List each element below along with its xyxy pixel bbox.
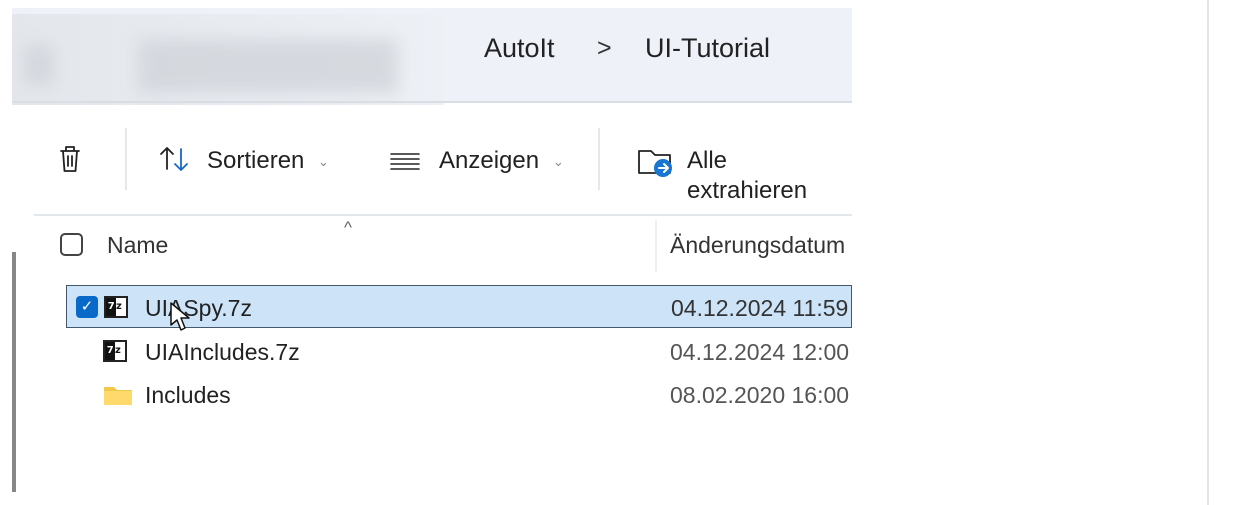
trash-icon[interactable] bbox=[55, 143, 85, 175]
breadcrumb-item-autoit[interactable]: AutoIt bbox=[484, 33, 555, 63]
blurred-path-fragment bbox=[138, 39, 398, 93]
sort-icon[interactable] bbox=[157, 143, 193, 175]
column-divider[interactable] bbox=[655, 220, 657, 272]
file-date: 04.12.2024 11:59 bbox=[671, 295, 849, 321]
navigation-scrollbar[interactable] bbox=[12, 252, 16, 492]
column-header-date[interactable]: Änderungsdatum bbox=[670, 231, 845, 259]
sort-ascending-indicator: ^ bbox=[344, 218, 352, 237]
chevron-down-icon[interactable]: ⌄ bbox=[318, 154, 329, 170]
extract-folder-icon[interactable] bbox=[636, 144, 676, 178]
app-stage: AutoIt > UI-Tutorial Sortieren ⌄ Anzeige… bbox=[0, 0, 1243, 505]
file-date: 08.02.2020 16:00 bbox=[670, 382, 850, 408]
folder-name: Includes bbox=[145, 382, 231, 408]
blurred-path-area bbox=[12, 14, 444, 108]
column-header-name[interactable]: Name bbox=[107, 231, 168, 259]
toolbar-divider bbox=[125, 128, 127, 190]
folder-icon bbox=[104, 387, 132, 405]
view-button[interactable]: Anzeigen bbox=[439, 146, 539, 176]
table-row[interactable]: Includes 08.02.2020 16:00 bbox=[66, 373, 852, 416]
table-row[interactable]: 7z UIAIncludes.7z 04.12.2024 12:00 bbox=[66, 330, 852, 373]
toolbar-divider bbox=[598, 128, 600, 190]
file-name: UIASpy.7z bbox=[145, 295, 252, 321]
file-name: UIAIncludes.7z bbox=[145, 339, 300, 365]
file-date: 04.12.2024 12:00 bbox=[670, 339, 850, 365]
view-list-icon[interactable] bbox=[389, 151, 421, 171]
breadcrumb-item-ui-tutorial[interactable]: UI-Tutorial bbox=[645, 33, 770, 63]
address-bar-border bbox=[12, 101, 852, 103]
chevron-down-icon[interactable]: ⌄ bbox=[553, 154, 564, 170]
row-checkbox[interactable]: ✓ bbox=[76, 296, 98, 318]
breadcrumb-separator: > bbox=[597, 34, 612, 62]
right-page-separator bbox=[1207, 0, 1209, 505]
7z-archive-icon: 7z bbox=[104, 296, 128, 318]
mouse-cursor-icon bbox=[170, 302, 190, 331]
blurred-path-fragment bbox=[24, 45, 54, 85]
select-all-checkbox[interactable] bbox=[60, 233, 83, 256]
sort-button[interactable]: Sortieren bbox=[207, 146, 304, 176]
file-explorer-window: AutoIt > UI-Tutorial Sortieren ⌄ Anzeige… bbox=[0, 0, 852, 505]
extract-all-button[interactable]: Alle extrahieren bbox=[687, 146, 852, 206]
7z-archive-icon: 7z bbox=[103, 340, 127, 362]
